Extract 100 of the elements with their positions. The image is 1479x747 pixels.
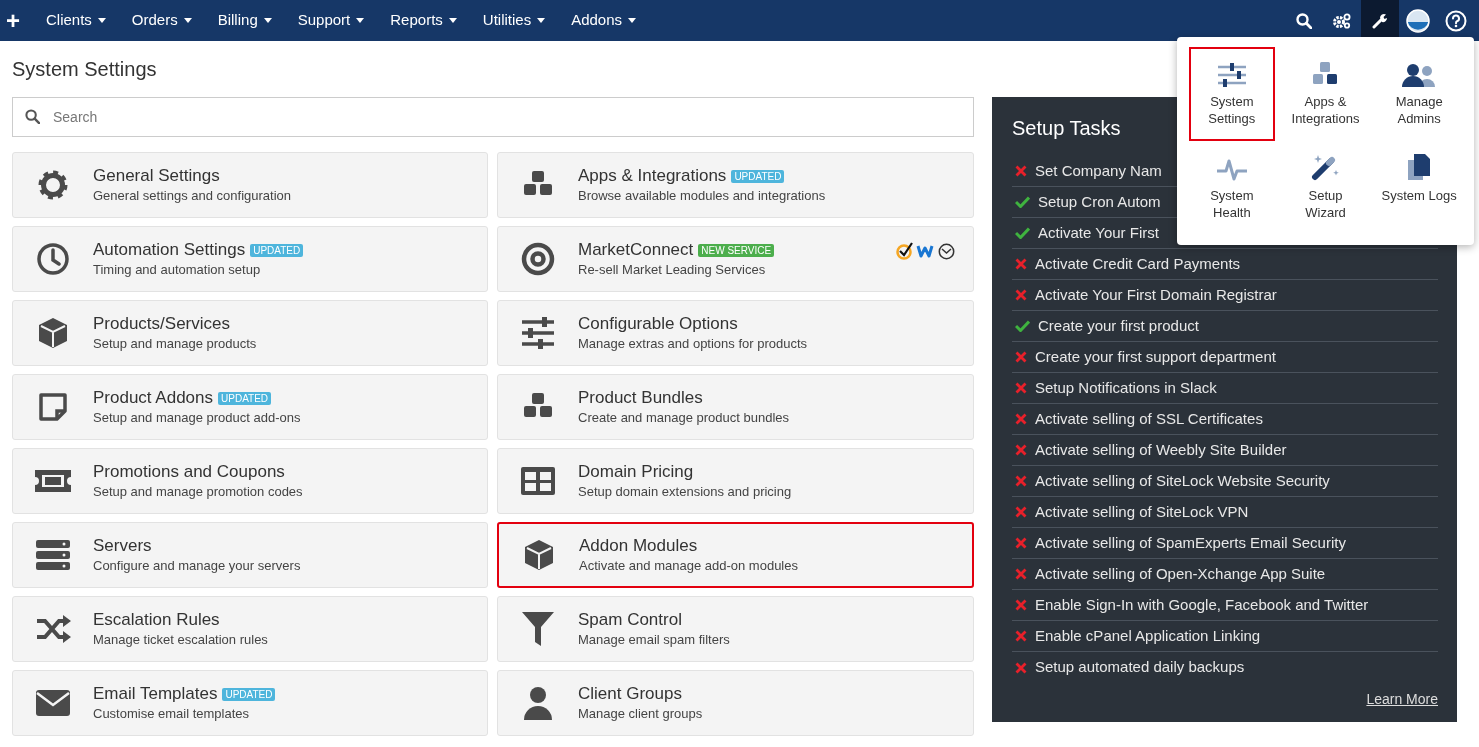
card-title: Promotions and Coupons bbox=[93, 461, 285, 483]
target-icon bbox=[521, 242, 555, 276]
settings-card[interactable]: Addon Modules Activate and manage add-on modules bbox=[497, 522, 974, 588]
settings-card[interactable]: Product Bundles Create and manage product bundles bbox=[497, 374, 974, 440]
settings-card[interactable]: Email Templates UPDATED Customise email templates bbox=[12, 670, 488, 736]
menu-item[interactable]: System Health bbox=[1189, 141, 1275, 235]
task-item: Enable Sign-In with Google, Facebook and Twitter bbox=[1035, 594, 1369, 615]
nav-menu[interactable]: Orders bbox=[118, 9, 205, 32]
search-icon bbox=[1296, 12, 1312, 29]
nav-menu[interactable]: Utilities bbox=[469, 9, 559, 32]
card-description: Customise email templates bbox=[93, 705, 251, 723]
pulse-icon bbox=[1215, 159, 1248, 181]
magic-wand-icon bbox=[1311, 153, 1340, 181]
card-description: Re-sell Market Leading Services bbox=[578, 261, 767, 279]
settings-card[interactable]: Products/Services Setup and manage products bbox=[12, 300, 488, 366]
settings-card[interactable]: Spam Control Manage email spam filters bbox=[497, 596, 974, 662]
task-item: Create your first product bbox=[1038, 315, 1199, 336]
card-description: Setup and manage products bbox=[93, 335, 257, 353]
clock-icon bbox=[36, 242, 70, 276]
shuffle-icon bbox=[35, 615, 71, 643]
settings-card[interactable]: Apps & Integrations UPDATED Browse available modules and integrations bbox=[497, 152, 974, 218]
card-description: Manage email spam filters bbox=[578, 631, 730, 649]
gear-icon bbox=[36, 168, 70, 202]
nav-menu[interactable]: Reports bbox=[377, 9, 470, 32]
menu-item[interactable]: Manage Admins bbox=[1376, 47, 1462, 141]
card-title: General Settings bbox=[93, 165, 220, 187]
settings-card[interactable]: Client Groups Manage client groups bbox=[497, 670, 974, 736]
card-description: General settings and configuration bbox=[93, 187, 291, 205]
card-title: Configurable Options bbox=[578, 313, 738, 335]
funnel-icon bbox=[521, 611, 555, 647]
settings-card[interactable]: Configurable Options Manage extras and options for products bbox=[497, 300, 974, 366]
caret-icon bbox=[537, 18, 546, 23]
status-badge: UPDATED bbox=[731, 169, 785, 183]
card-title: Spam Control bbox=[578, 609, 682, 631]
search-field[interactable]: Search bbox=[12, 97, 974, 137]
caret-icon bbox=[263, 18, 272, 23]
card-title: Email Templates bbox=[93, 683, 218, 705]
add-button[interactable]: + bbox=[1, 8, 25, 33]
settings-card[interactable]: Automation Settings UPDATED Timing and automation setup bbox=[12, 226, 488, 292]
task-item: Activate Your First Domain Registrar bbox=[1035, 284, 1277, 305]
card-title: Escalation Rules bbox=[93, 609, 220, 631]
card-description: Setup and manage product add-ons bbox=[93, 409, 301, 427]
box-icon bbox=[36, 316, 70, 350]
card-title: Product Addons bbox=[93, 387, 214, 409]
status-badge: UPDATED bbox=[250, 243, 304, 257]
user-icon bbox=[522, 686, 554, 720]
settings-card[interactable]: Promotions and Coupons Setup and manage promotion codes bbox=[12, 448, 488, 514]
card-title: Addon Modules bbox=[579, 535, 698, 557]
caret-icon bbox=[628, 18, 637, 23]
menu-item[interactable]: System Logs bbox=[1376, 141, 1462, 235]
card-title: Servers bbox=[93, 535, 152, 557]
sliders-icon bbox=[1216, 63, 1247, 87]
nav-menu[interactable]: Clients bbox=[33, 9, 119, 32]
card-description: Setup and manage promotion codes bbox=[93, 483, 303, 501]
caret-icon bbox=[448, 18, 457, 23]
learn-more-link[interactable]: Learn More bbox=[1366, 689, 1438, 710]
task-item: Activate selling of SSL Certificates bbox=[1035, 408, 1263, 429]
menu-item[interactable]: System Settings bbox=[1189, 47, 1275, 141]
card-description: Activate and manage add-on modules bbox=[579, 557, 798, 575]
card-description: Manage client groups bbox=[578, 705, 703, 723]
search-icon bbox=[25, 109, 40, 124]
card-description: Manage extras and options for products bbox=[578, 335, 808, 353]
task-item: Enable cPanel Application Linking bbox=[1035, 625, 1261, 646]
card-description: Setup domain extensions and pricing bbox=[578, 483, 792, 501]
settings-card[interactable]: Product Addons UPDATED Setup and manage product add-ons bbox=[12, 374, 488, 440]
menu-item[interactable]: Setup Wizard bbox=[1282, 141, 1369, 235]
nav-menu[interactable]: Addons bbox=[558, 9, 650, 32]
w-logo-icon bbox=[916, 243, 936, 259]
caret-icon bbox=[97, 18, 106, 23]
settings-card[interactable]: General Settings General settings and configuration bbox=[12, 152, 488, 218]
card-title: MarketConnect bbox=[578, 239, 694, 261]
settings-card[interactable]: Servers Configure and manage your servers bbox=[12, 522, 488, 588]
task-item: Setup Notifications in Slack bbox=[1035, 377, 1217, 398]
task-item: Activate selling of SiteLock Website Security bbox=[1035, 470, 1330, 491]
card-title: Automation Settings bbox=[93, 239, 246, 261]
task-item: Create your first support department bbox=[1035, 346, 1276, 367]
caret-icon bbox=[356, 18, 365, 23]
ticket-icon bbox=[33, 468, 73, 494]
task-item: Activate Your First bbox=[1038, 222, 1159, 243]
wrench-icon bbox=[1372, 12, 1388, 29]
settings-card[interactable]: Domain Pricing Setup domain extensions and pricing bbox=[497, 448, 974, 514]
status-badge: NEW SERVICE bbox=[698, 243, 775, 257]
globe-avatar-icon bbox=[1406, 8, 1430, 33]
server-icon bbox=[35, 539, 71, 571]
nav-menu[interactable]: Billing bbox=[204, 9, 285, 32]
nav-menu[interactable]: Support bbox=[284, 9, 378, 32]
task-item: Activate selling of Weebly Site Builder bbox=[1035, 439, 1287, 460]
help-icon bbox=[1445, 9, 1467, 32]
grid-icon bbox=[520, 466, 556, 496]
card-title: Apps & Integrations bbox=[578, 165, 727, 187]
status-badge: UPDATED bbox=[222, 687, 276, 701]
card-description: Configure and manage your servers bbox=[93, 557, 301, 575]
menu-item[interactable]: Apps & Integrations bbox=[1282, 47, 1369, 141]
sliders-icon bbox=[520, 317, 556, 349]
card-title: Products/Services bbox=[93, 313, 230, 335]
settings-card[interactable]: Escalation Rules Manage ticket escalation rules bbox=[12, 596, 488, 662]
note-icon bbox=[37, 391, 69, 423]
settings-card[interactable]: MarketConnect NEW SERVICE Re-sell Market Leading Services bbox=[497, 226, 974, 292]
card-description: Manage ticket escalation rules bbox=[93, 631, 268, 649]
envelope-icon bbox=[35, 689, 71, 717]
